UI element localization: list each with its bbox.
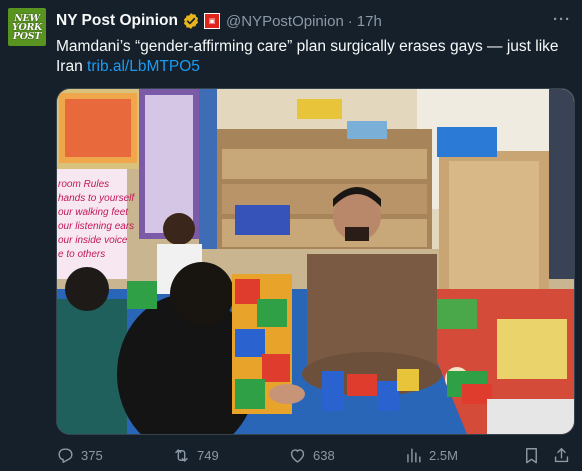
poster-line-5: our inside voice [58,235,128,246]
account-handle[interactable]: @NYPostOpinion [226,13,344,30]
repost-count: 749 [197,448,219,463]
more-options-icon[interactable]: ··· [553,11,571,28]
reply-icon [58,448,73,463]
repost-button[interactable]: 749 [172,446,219,465]
poster-line-4: our listening ears [58,221,134,232]
like-button[interactable]: 638 [288,446,335,465]
poster-line-1: room Rules [58,179,109,190]
like-count: 638 [313,448,335,463]
reply-count: 375 [81,448,103,463]
bookmark-icon [526,448,537,464]
tweet-link[interactable]: trib.al/LbMTPO5 [87,58,200,75]
action-bar: 375 749 638 2.5M [56,446,576,466]
poster-line-2: hands to yourself [58,193,135,204]
tweet-text: Mamdani’s “gender-affirming care” plan s… [56,37,561,77]
affiliate-badge-icon[interactable]: ▣ [204,13,220,29]
reply-button[interactable]: 375 [56,446,103,465]
verified-badge-icon[interactable] [182,12,200,30]
share-button[interactable] [552,446,577,465]
repost-icon [175,449,188,462]
tweet-time[interactable]: 17h [357,13,382,30]
heart-icon [290,449,305,463]
views-icon [407,448,421,463]
tweet[interactable]: NEW YORK POST NY Post Opinion ▣ @NYPostO… [0,0,582,471]
classroom-photo: room Rules hands to yourself our walking… [57,89,574,434]
bookmark-button[interactable] [522,446,547,465]
account-name[interactable]: NY Post Opinion [56,12,178,30]
tweet-photo[interactable]: room Rules hands to yourself our walking… [56,88,575,435]
share-icon [554,448,569,463]
views-button[interactable]: 2.5M [404,446,458,465]
tweet-header: NY Post Opinion ▣ @NYPostOpinion · 17h [56,11,382,31]
poster-line-3: our walking feet [58,207,129,218]
view-count: 2.5M [429,448,458,463]
avatar[interactable]: NEW YORK POST [8,8,46,46]
poster-line-6: e to others [58,249,105,260]
separator-dot: · [347,12,353,30]
avatar-logo-line-3: POST [12,30,42,42]
